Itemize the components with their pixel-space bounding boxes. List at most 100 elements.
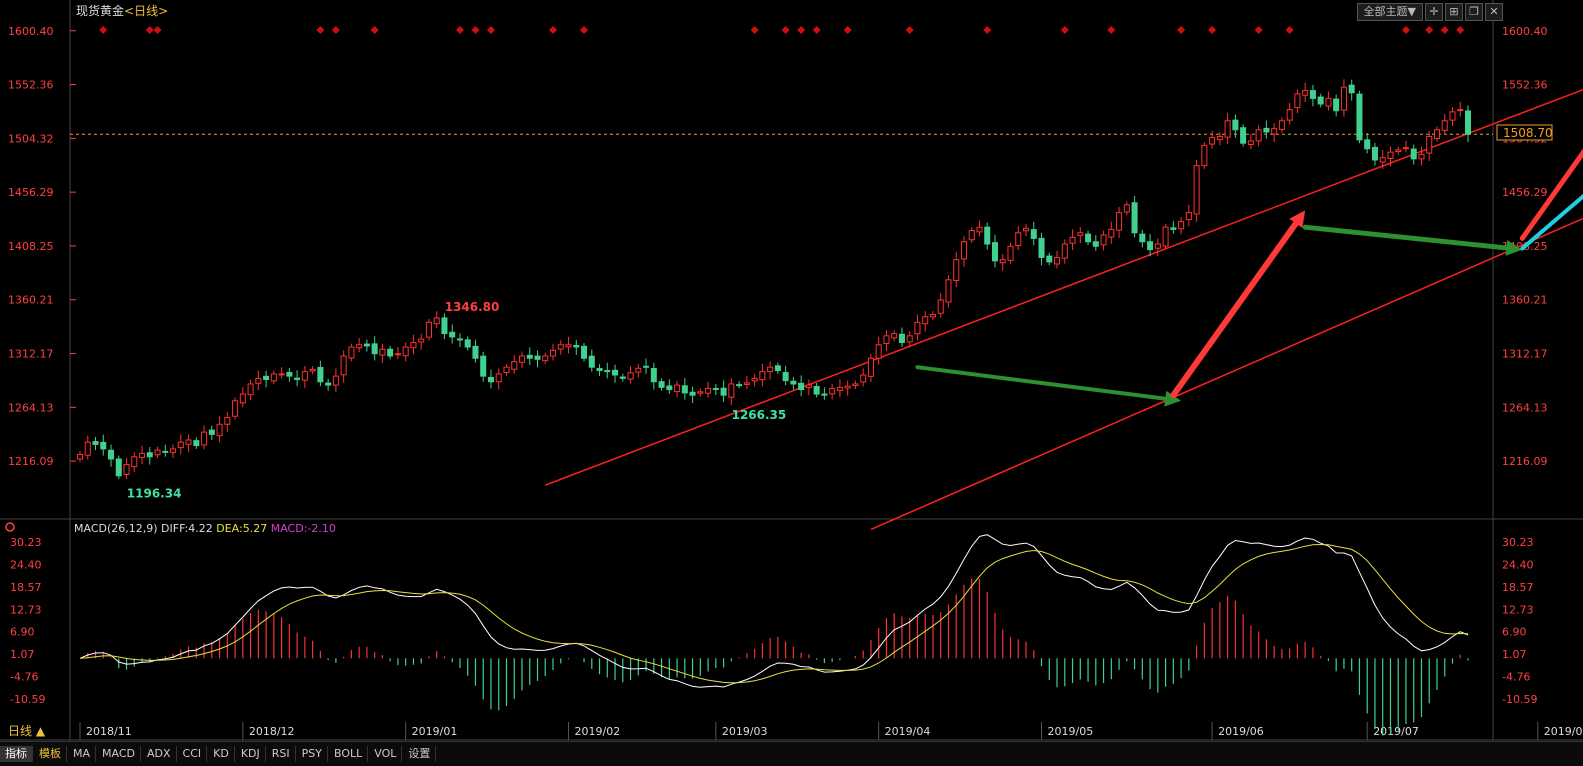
- candle-body: [402, 346, 409, 357]
- indicator-settings-icon[interactable]: [5, 522, 15, 532]
- macd-indicator-header: MACD(26,12,9) DIFF:4.22 DEA:5.27 MACD:-2…: [74, 522, 336, 535]
- theme-dropdown[interactable]: 全部主题▼: [1356, 3, 1423, 21]
- candle-body: [1263, 127, 1270, 133]
- tab-12[interactable]: 设置: [403, 746, 437, 762]
- tab-3[interactable]: MACD: [97, 746, 141, 762]
- candle-body: [867, 357, 874, 377]
- candle-body: [922, 316, 929, 325]
- y-tick-label-left: 1360.21: [8, 294, 54, 307]
- candle-body: [898, 333, 905, 344]
- signal-marker: [1285, 26, 1294, 34]
- macd-diff-line: [79, 534, 1469, 688]
- tab-9[interactable]: PSY: [297, 746, 328, 762]
- candle-body: [844, 385, 851, 389]
- tab-6[interactable]: KD: [208, 746, 235, 762]
- candle-body: [263, 375, 270, 380]
- candle-body: [379, 348, 386, 356]
- candle-body: [425, 321, 432, 338]
- x-tick-label: 2019/04: [885, 725, 931, 738]
- signal-marker: [99, 26, 108, 34]
- candle-body: [1247, 140, 1254, 146]
- candle-body: [860, 374, 867, 383]
- candle-body: [736, 384, 743, 387]
- candle-body: [1371, 146, 1378, 161]
- candle-body: [286, 372, 293, 377]
- candle-body: [805, 384, 812, 389]
- tab-11[interactable]: VOL: [369, 746, 403, 762]
- candle-body: [1216, 135, 1223, 141]
- close-icon[interactable]: ✕: [1485, 3, 1503, 21]
- candle-body: [759, 371, 766, 381]
- candle-body: [619, 376, 626, 379]
- period-button[interactable]: 日线 ▲: [8, 722, 45, 739]
- candle-body: [836, 386, 843, 391]
- tab-8[interactable]: RSI: [267, 746, 296, 762]
- candle-body: [1193, 165, 1200, 215]
- tab-2[interactable]: MA: [68, 746, 97, 762]
- candle-body: [1309, 90, 1316, 99]
- signal-marker: [471, 26, 480, 34]
- candle-body: [984, 226, 991, 245]
- candle-body: [1278, 120, 1285, 130]
- tab-10[interactable]: BOLL: [329, 746, 369, 762]
- candle-body: [1108, 228, 1115, 238]
- signal-marker: [843, 26, 852, 34]
- candle-body: [697, 391, 704, 394]
- zoom-icon[interactable]: ⊞: [1445, 3, 1463, 21]
- candle-body: [224, 417, 231, 425]
- candle-body: [999, 259, 1006, 264]
- x-tick-label: 2019/02: [575, 725, 621, 738]
- tab-0[interactable]: 指标: [0, 746, 33, 762]
- candle-body: [1356, 93, 1363, 141]
- candle-body: [1224, 120, 1231, 138]
- x-tick-label: 2019/03: [722, 725, 768, 738]
- candle-body: [1232, 119, 1239, 131]
- candle-body: [875, 344, 882, 359]
- signal-marker: [1440, 26, 1449, 34]
- candle-body: [1294, 93, 1301, 109]
- candle-body: [464, 339, 471, 348]
- candle-body: [139, 452, 146, 458]
- candle-body: [495, 373, 502, 383]
- candle-body: [487, 376, 494, 383]
- price-annotations: 1346.801196.341266.351557.11: [127, 300, 786, 501]
- macd-tick-label-left: -4.76: [10, 671, 38, 684]
- candle-body: [549, 349, 557, 357]
- candle-body: [255, 377, 262, 384]
- candle-body: [1069, 236, 1076, 244]
- candle-body: [1379, 157, 1386, 163]
- candle-body: [604, 370, 611, 373]
- crosshair-icon[interactable]: ✛: [1425, 3, 1443, 21]
- tab-4[interactable]: ADX: [142, 746, 177, 762]
- signal-marker: [145, 26, 154, 34]
- candle-body: [1022, 227, 1030, 232]
- candle-body: [1185, 212, 1192, 221]
- candle-body: [216, 423, 223, 437]
- macd-tick-label-right: -4.76: [1502, 671, 1530, 684]
- candle-body: [573, 344, 580, 348]
- macd-tick-label-left: 12.73: [10, 603, 42, 616]
- y-tick-label-left: 1600.40: [8, 25, 54, 38]
- signal-marker: [983, 26, 992, 34]
- macd-tick-label-right: 1.07: [1502, 648, 1527, 661]
- signal-marker: [1107, 26, 1116, 34]
- macd-panel: [79, 534, 1469, 736]
- restore-icon[interactable]: ❐: [1465, 3, 1483, 21]
- candle-body: [1395, 149, 1402, 152]
- candle-body: [743, 382, 750, 385]
- signal-marker: [1401, 26, 1410, 34]
- candle-body: [1410, 148, 1417, 160]
- candle-body: [813, 385, 820, 395]
- tab-5[interactable]: CCI: [178, 746, 208, 762]
- tab-1[interactable]: 模板: [34, 746, 67, 762]
- candle-body: [557, 344, 564, 350]
- candle-body: [798, 382, 805, 391]
- tab-7[interactable]: KDJ: [236, 746, 266, 762]
- macd-tick-label-left: 6.90: [10, 626, 35, 639]
- candle-body: [968, 230, 975, 241]
- candle-body: [356, 344, 363, 349]
- candle-body: [767, 366, 774, 373]
- signal-marker: [1177, 26, 1186, 34]
- price-annotation: 1346.80: [445, 300, 500, 314]
- y-tick-label-left: 1456.29: [8, 186, 54, 199]
